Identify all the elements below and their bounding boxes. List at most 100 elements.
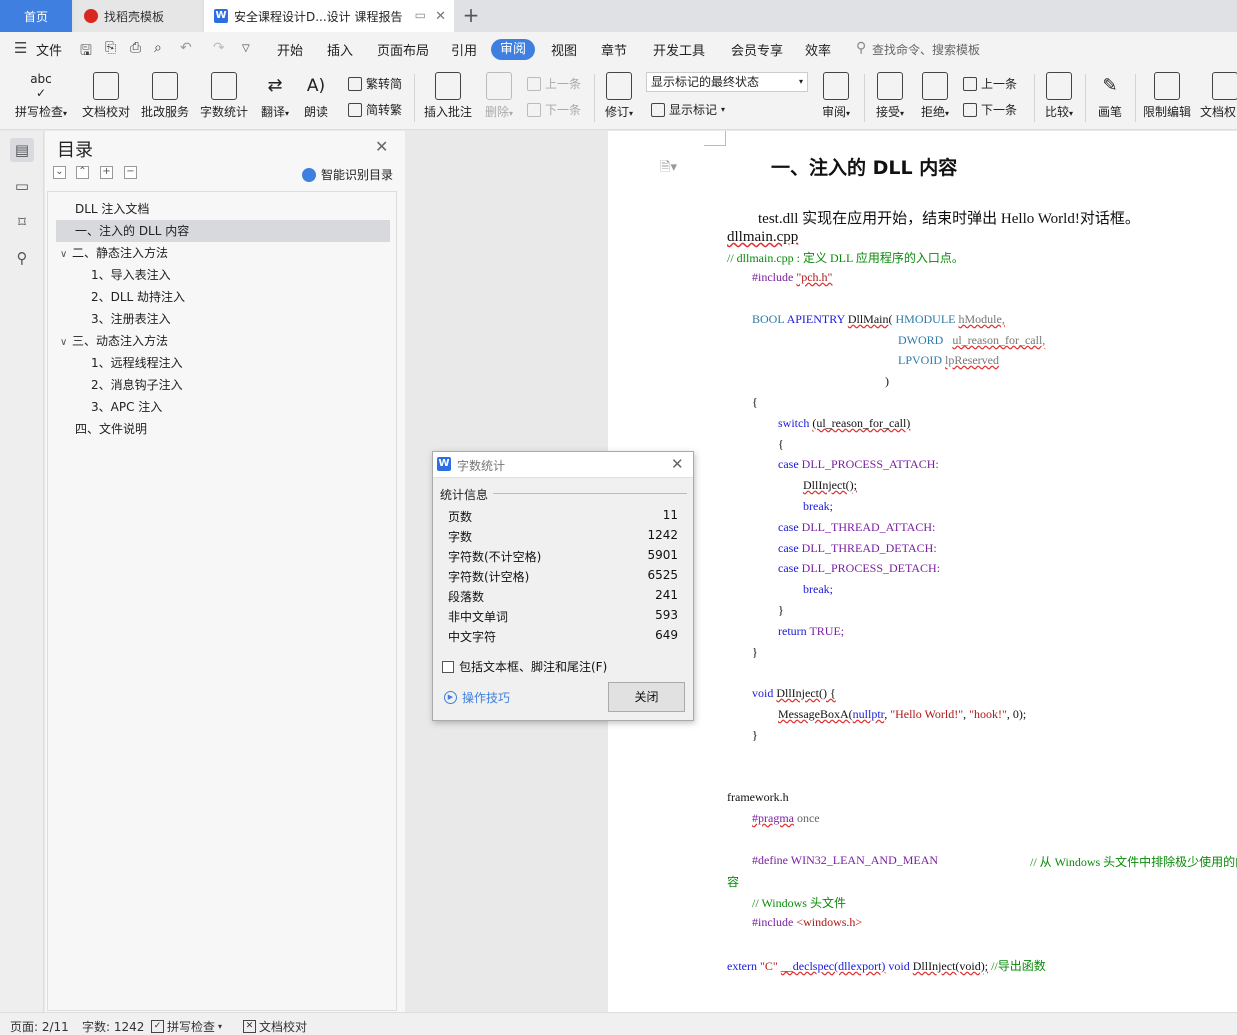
redo-icon[interactable]: ↷	[213, 40, 225, 56]
quick-access-dropdown-icon[interactable]: ▽	[242, 43, 250, 54]
menu-insert[interactable]: 插入	[327, 40, 353, 59]
prev-change-label: 上一条	[981, 77, 1018, 91]
toc-item[interactable]: 1、导入表注入	[91, 264, 171, 286]
remove-level-icon[interactable]: −	[124, 166, 137, 179]
tips-link[interactable]: ▶ 操作技巧	[444, 689, 510, 706]
print-icon[interactable]: ⎙	[130, 40, 141, 56]
menu-view[interactable]: 视图	[551, 40, 577, 59]
restrict-edit-button[interactable]: 限制编辑	[1141, 72, 1193, 120]
show-markup-button[interactable]: 显示标记 ▾	[651, 101, 725, 118]
next-change-button[interactable]: 下一条	[963, 101, 1017, 118]
save-icon[interactable]: 🖫	[80, 40, 92, 64]
menu-review[interactable]: 审阅	[491, 39, 535, 60]
delete-comment-icon	[486, 72, 512, 100]
word-count-indicator[interactable]: 字数: 1242	[82, 1018, 144, 1035]
menu-developer[interactable]: 开发工具	[653, 40, 705, 59]
chevron-down-icon[interactable]: ∨	[60, 332, 72, 354]
tab-docer[interactable]: 找稻壳模板	[74, 0, 202, 32]
compare-icon	[1046, 72, 1072, 100]
toc-item-selected[interactable]: 一、注入的 DLL 内容	[56, 220, 390, 242]
find-icon[interactable]: ⚲	[10, 246, 34, 270]
menu-layout[interactable]: 页面布局	[377, 40, 429, 59]
bookmark-icon[interactable]: ⌑	[10, 210, 34, 234]
hamburger-icon[interactable]: ☰	[14, 39, 27, 57]
collapse-all-icon[interactable]: ⌃	[76, 166, 89, 179]
accept-button[interactable]: 接受▾	[872, 72, 908, 120]
code-line: }	[752, 728, 758, 742]
code-token: case	[778, 457, 799, 471]
ribbon-review: abc ✓ 拼写检查▾ 文档校对 批改服务 字数统计 ⇄ 翻译▾ A) 朗读 繁转…	[0, 66, 1237, 130]
chevron-down-icon[interactable]: ∨	[60, 244, 72, 266]
simp-trad-icon	[348, 102, 362, 117]
toc-item[interactable]: ∨ 二、静态注入方法	[60, 242, 168, 264]
chapter-nav-icon[interactable]: ▭	[10, 174, 34, 198]
markup-state-select[interactable]: 显示标记的最终状态 ▾	[646, 72, 808, 92]
toc-item[interactable]: 四、文件说明	[75, 418, 147, 440]
trad-to-simp-button[interactable]: 繁转简	[348, 75, 402, 92]
prev-change-button[interactable]: 上一条	[963, 75, 1017, 92]
close-button[interactable]: 关闭	[608, 682, 685, 712]
batch-service-button[interactable]: 批改服务	[140, 72, 190, 120]
toc-item[interactable]: 3、注册表注入	[91, 308, 171, 330]
toc-pane-icon[interactable]: ▤	[10, 138, 34, 162]
stat-row: 段落数 241	[448, 588, 678, 608]
screen-icon[interactable]: ▭	[415, 8, 426, 22]
word-count-button[interactable]: 字数统计	[199, 72, 249, 120]
menu-start[interactable]: 开始	[277, 40, 303, 59]
compare-button[interactable]: 比较▾	[1041, 72, 1077, 120]
toc-item[interactable]: 2、消息钩子注入	[91, 374, 183, 396]
page-indicator[interactable]: 页面: 2/11	[10, 1018, 69, 1035]
paragraph-menu-icon[interactable]: 🗎▾	[660, 158, 677, 180]
menu-efficiency[interactable]: 效率	[805, 40, 831, 59]
new-tab-button[interactable]: +	[458, 4, 484, 28]
reject-button[interactable]: 拒绝▾	[917, 72, 953, 120]
track-changes-button[interactable]: 修订▾	[601, 72, 637, 120]
menu-reference[interactable]: 引用	[451, 40, 477, 59]
proofread-button[interactable]: 文档校对	[80, 72, 132, 120]
status-spell-check[interactable]: ✓ 拼写检查 ▾	[151, 1018, 222, 1035]
status-proofread[interactable]: ✕ 文档校对	[243, 1018, 307, 1035]
pen-button[interactable]: ✎ 画笔	[1092, 72, 1128, 120]
next-comment-button[interactable]: 下一条	[527, 101, 581, 118]
close-toc-icon[interactable]: ✕	[375, 137, 388, 156]
delete-comment-button[interactable]: 删除▾	[481, 72, 517, 120]
export-icon[interactable]: ⎘	[105, 40, 116, 56]
toc-item[interactable]: 3、APC 注入	[91, 396, 162, 418]
checkbox-box[interactable]	[442, 660, 454, 673]
tab-document[interactable]: W 安全课程设计D...设计 课程报告 ▭ ✕	[204, 0, 454, 32]
doc-permission-button[interactable]: 文档权	[1200, 72, 1237, 120]
dialog-titlebar[interactable]: W 字数统计 ✕	[433, 452, 693, 478]
prev-comment-button[interactable]: 上一条	[527, 75, 581, 92]
simp-to-trad-button[interactable]: 简转繁	[348, 101, 402, 118]
translate-button[interactable]: ⇄ 翻译▾	[257, 72, 293, 120]
insert-comment-button[interactable]: 插入批注	[422, 72, 474, 120]
expand-all-icon[interactable]: ⌄	[53, 166, 66, 179]
check-icon: ✓	[151, 1020, 164, 1033]
writer-icon: W	[437, 457, 451, 471]
document-page[interactable]: 🗎▾ 一、注入的 DLL 内容 test.dll 实现在应用开始，结束时弹出 H…	[608, 131, 1237, 1012]
close-icon[interactable]: ✕	[671, 455, 684, 473]
compare-label: 比较	[1044, 105, 1069, 119]
review-pane-button[interactable]: 审阅▾	[818, 72, 854, 120]
reject-icon	[922, 72, 948, 100]
tab-home[interactable]: 首页	[0, 0, 72, 32]
toc-item[interactable]: DLL 注入文档	[75, 198, 149, 220]
page-corner-mark	[704, 131, 726, 146]
menu-chapter[interactable]: 章节	[601, 40, 627, 59]
undo-icon[interactable]: ↶	[180, 40, 192, 56]
menu-file[interactable]: 文件	[36, 40, 62, 59]
print-preview-icon[interactable]: ⌕	[154, 40, 162, 56]
include-textbox-checkbox[interactable]: 包括文本框、脚注和尾注(F)	[442, 658, 607, 675]
close-tab-icon[interactable]: ✕	[435, 9, 446, 24]
smart-toc-button[interactable]: 智能识别目录	[302, 166, 393, 183]
translate-icon: ⇄	[267, 75, 283, 96]
add-level-icon[interactable]: +	[100, 166, 113, 179]
read-aloud-button[interactable]: A) 朗读	[300, 72, 332, 120]
toc-item[interactable]: 1、远程线程注入	[91, 352, 183, 374]
command-search[interactable]: 查找命令、搜索模板	[872, 41, 980, 58]
toc-item[interactable]: ∨ 三、动态注入方法	[60, 330, 168, 352]
menu-member[interactable]: 会员专享	[731, 40, 783, 59]
pen-label: 画笔	[1097, 105, 1122, 119]
toc-item[interactable]: 2、DLL 劫持注入	[91, 286, 185, 308]
spell-check-button[interactable]: abc ✓ 拼写检查▾	[12, 72, 70, 120]
